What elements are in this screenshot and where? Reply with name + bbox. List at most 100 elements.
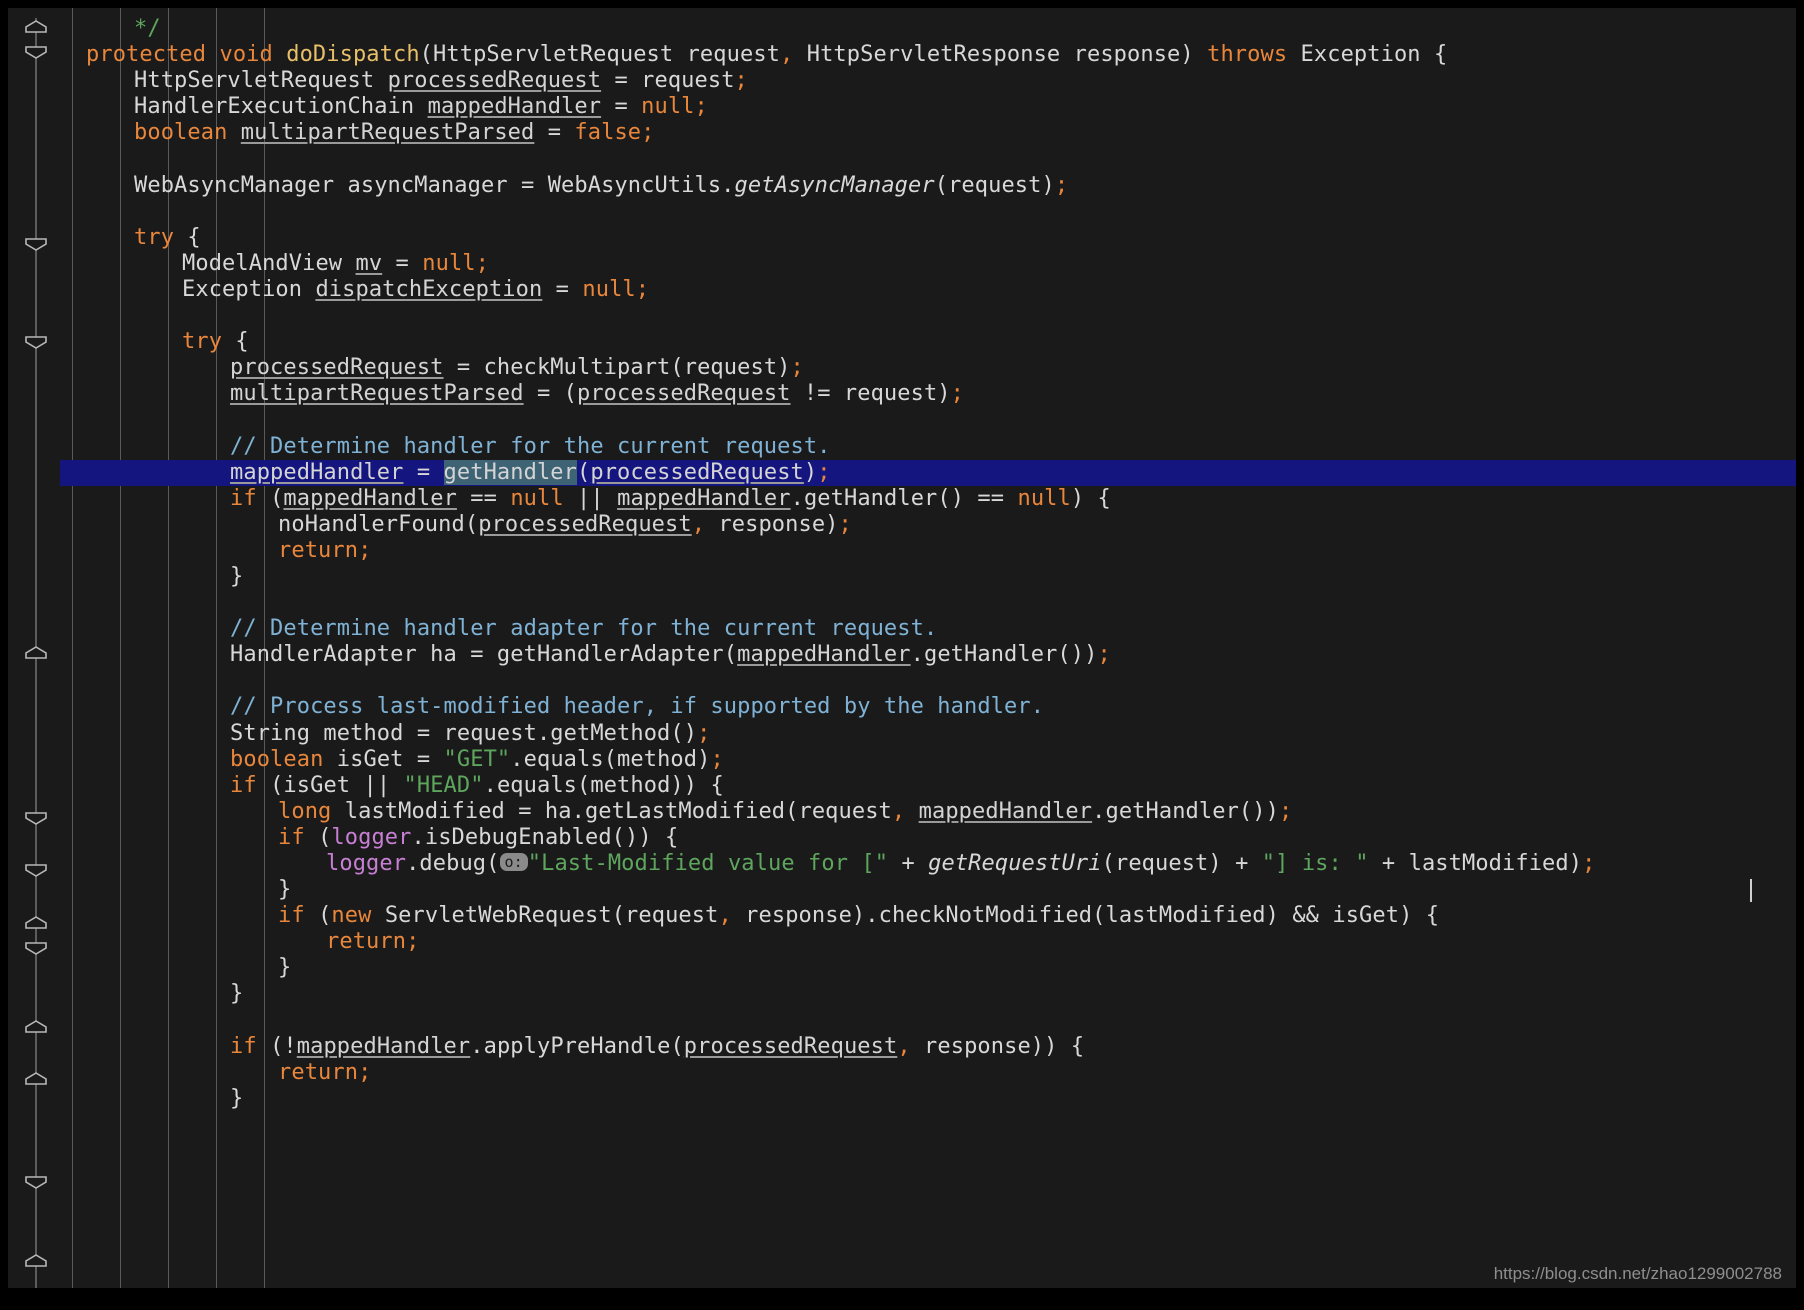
code-line[interactable] (60, 668, 1796, 694)
code-line[interactable]: } (60, 877, 1796, 903)
code-line[interactable]: multipartRequestParsed = (processedReque… (60, 381, 1796, 407)
code-line[interactable]: protected void doDispatch(HttpServletReq… (60, 42, 1796, 68)
code-line[interactable]: if (mappedHandler == null || mappedHandl… (60, 486, 1796, 512)
code-line[interactable]: try { (60, 225, 1796, 251)
code-line[interactable]: return; (60, 1060, 1796, 1086)
code-line[interactable]: ModelAndView mv = null; (60, 251, 1796, 277)
code-line[interactable]: // Process last-modified header, if supp… (60, 694, 1796, 720)
code-line[interactable]: boolean multipartRequestParsed = false; (60, 120, 1796, 146)
code-line[interactable]: } (60, 981, 1796, 1007)
code-line[interactable]: // Determine handler adapter for the cur… (60, 616, 1796, 642)
code-line-list: */protected void doDispatch(HttpServletR… (60, 16, 1796, 1112)
editor-gutter[interactable] (8, 8, 60, 1288)
code-line-text: return; (278, 1059, 372, 1085)
code-line[interactable]: if (!mappedHandler.applyPreHandle(proces… (60, 1034, 1796, 1060)
fold-up-icon[interactable] (25, 1254, 47, 1267)
code-line-text: String method = request.getMethod(); (230, 720, 711, 746)
code-line[interactable]: return; (60, 929, 1796, 955)
code-line-text: long lastModified = ha.getLastModified(r… (278, 798, 1293, 824)
code-line-text: if (isGet || "HEAD".equals(method)) { (230, 772, 724, 798)
code-line-text: boolean isGet = "GET".equals(method); (230, 746, 724, 772)
code-line[interactable]: long lastModified = ha.getLastModified(r… (60, 799, 1796, 825)
code-line-text: Exception dispatchException = null; (182, 276, 650, 302)
code-line-text: try { (134, 224, 201, 250)
code-line-text: return; (326, 929, 420, 955)
code-line-text: if (logger.isDebugEnabled()) { (278, 824, 679, 850)
code-line-text: if (!mappedHandler.applyPreHandle(proces… (230, 1033, 1085, 1059)
code-line-text: HttpServletRequest processedRequest = re… (134, 68, 748, 94)
code-line[interactable]: if (new ServletWebRequest(request, respo… (60, 903, 1796, 929)
fold-down-icon[interactable] (25, 46, 47, 59)
code-line[interactable]: try { (60, 329, 1796, 355)
code-line-text: if (new ServletWebRequest(request, respo… (278, 903, 1440, 929)
code-line-text: HandlerAdapter ha = getHandlerAdapter(ma… (230, 642, 1111, 668)
fold-down-icon[interactable] (25, 1176, 47, 1189)
code-line-text: if (mappedHandler == null || mappedHandl… (230, 485, 1111, 511)
code-line[interactable] (60, 407, 1796, 433)
fold-down-icon[interactable] (25, 942, 47, 955)
editor-canvas[interactable]: */protected void doDispatch(HttpServletR… (8, 8, 1796, 1288)
code-line[interactable]: Exception dispatchException = null; (60, 277, 1796, 303)
code-line-text: // Determine handler adapter for the cur… (230, 616, 938, 642)
code-line-text: } (278, 877, 292, 903)
fold-up-icon[interactable] (25, 1020, 47, 1033)
code-line-text: } (230, 563, 244, 589)
code-line[interactable]: boolean isGet = "GET".equals(method); (60, 747, 1796, 773)
code-line[interactable] (60, 1008, 1796, 1034)
code-line-text: */ (134, 16, 161, 41)
code-line[interactable]: HandlerAdapter ha = getHandlerAdapter(ma… (60, 642, 1796, 668)
code-text-area[interactable]: */protected void doDispatch(HttpServletR… (60, 8, 1796, 1288)
code-line-text: WebAsyncManager asyncManager = WebAsyncU… (134, 172, 1069, 198)
code-line[interactable] (60, 199, 1796, 225)
fold-up-icon[interactable] (25, 916, 47, 929)
code-line[interactable]: logger.debug(o: "Last-Modified value for … (60, 851, 1796, 877)
code-line[interactable]: if (isGet || "HEAD".equals(method)) { (60, 773, 1796, 799)
code-line[interactable] (60, 590, 1796, 616)
code-line-text: multipartRequestParsed = (processedReque… (230, 381, 965, 407)
code-line[interactable]: } (60, 564, 1796, 590)
code-line[interactable]: if (logger.isDebugEnabled()) { (60, 825, 1796, 851)
code-line[interactable] (60, 303, 1796, 329)
code-line-text: } (230, 981, 244, 1007)
code-line-text: } (278, 955, 292, 981)
code-editor-window: */protected void doDispatch(HttpServletR… (0, 0, 1804, 1310)
code-line[interactable]: */ (60, 16, 1796, 42)
code-line-text: boolean multipartRequestParsed = false; (134, 120, 655, 146)
fold-down-icon[interactable] (25, 812, 47, 825)
code-line[interactable]: String method = request.getMethod(); (60, 721, 1796, 747)
code-line-text: logger.debug(o: "Last-Modified value for … (326, 851, 1596, 876)
code-line-current[interactable]: mappedHandler = getHandler(processedRequ… (60, 459, 1796, 486)
fold-up-icon[interactable] (25, 646, 47, 659)
fold-up-icon[interactable] (25, 20, 47, 33)
code-line[interactable] (60, 146, 1796, 172)
code-line-text: // Determine handler for the current req… (230, 433, 831, 459)
code-line[interactable]: return; (60, 538, 1796, 564)
code-line-text: mappedHandler = getHandler(processedRequ… (230, 459, 831, 485)
code-line[interactable]: } (60, 955, 1796, 981)
code-line[interactable]: WebAsyncManager asyncManager = WebAsyncU… (60, 173, 1796, 199)
code-line-text: ModelAndView mv = null; (182, 250, 489, 276)
code-line-text: return; (278, 537, 372, 563)
code-line[interactable]: HandlerExecutionChain mappedHandler = nu… (60, 94, 1796, 120)
code-line[interactable]: // Determine handler for the current req… (60, 434, 1796, 460)
code-line-text: processedRequest = checkMultipart(reques… (230, 355, 804, 381)
fold-down-icon[interactable] (25, 238, 47, 251)
code-line-text: protected void doDispatch(HttpServletReq… (86, 42, 1448, 68)
code-line-text: noHandlerFound(processedRequest, respons… (278, 511, 852, 537)
code-line-text: // Process last-modified header, if supp… (230, 694, 1045, 720)
text-caret (1750, 879, 1752, 903)
code-line[interactable]: HttpServletRequest processedRequest = re… (60, 68, 1796, 94)
fold-down-icon[interactable] (25, 864, 47, 877)
code-line[interactable]: processedRequest = checkMultipart(reques… (60, 355, 1796, 381)
fold-down-icon[interactable] (25, 336, 47, 349)
code-line[interactable]: } (60, 1086, 1796, 1112)
code-line-text: } (230, 1085, 244, 1111)
fold-up-icon[interactable] (25, 1072, 47, 1085)
code-line[interactable]: noHandlerFound(processedRequest, respons… (60, 512, 1796, 538)
